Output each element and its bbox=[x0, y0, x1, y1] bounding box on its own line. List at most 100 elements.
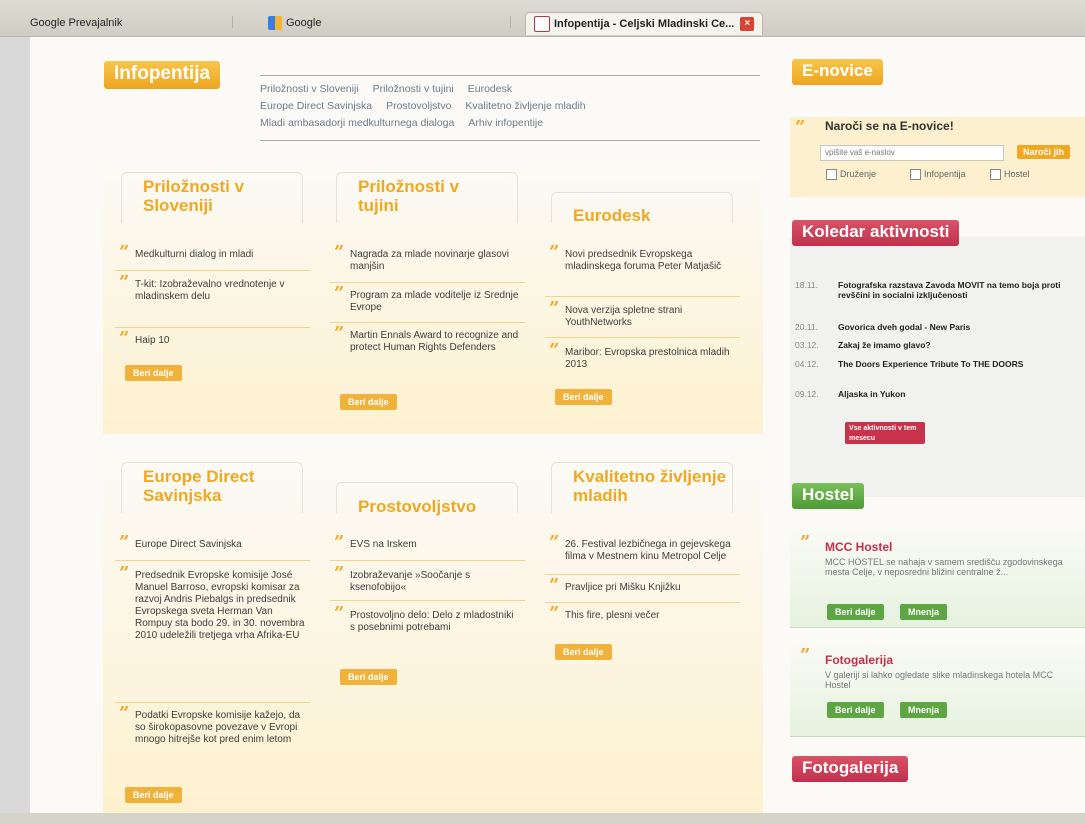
list-item[interactable]: Program za mlade voditelje iz Srednje Ev… bbox=[330, 288, 520, 314]
column-kvalitetno: Kvalitetno življenje mladih 26. Festival… bbox=[533, 462, 740, 812]
list-item[interactable]: Nagrada za mlade novinarje glasovi manjš… bbox=[330, 247, 520, 273]
tab-label: Google bbox=[286, 17, 322, 29]
divider bbox=[330, 322, 525, 323]
top-nav-rule bbox=[260, 75, 760, 76]
calendar-title: Koledar aktivnosti bbox=[792, 220, 960, 246]
enovice-title: E-novice bbox=[792, 59, 883, 85]
divider bbox=[545, 337, 740, 338]
content-panel-bottom: Europe Direct Savinjska Europe Direct Sa… bbox=[103, 452, 763, 813]
checkbox-infopentija[interactable]: Infopentija bbox=[910, 169, 966, 181]
page-title: Infopentija bbox=[104, 61, 221, 89]
list-item[interactable]: Pravljice pri Mišku Knjižku bbox=[545, 580, 755, 594]
list-item[interactable]: Maribor: Evropska prestolnica mladih 201… bbox=[545, 345, 735, 371]
top-nav-row-3: Mladi ambasadorji medkulturnega dialoga A… bbox=[260, 117, 557, 129]
list-item[interactable]: Predsednik Evropske komisije José Manuel… bbox=[115, 568, 305, 642]
nav-link[interactable]: Mladi ambasadorji medkulturnega dialoga bbox=[260, 117, 454, 129]
quote-icon: ” bbox=[800, 532, 811, 553]
read-more-button[interactable]: Beri dalje bbox=[827, 604, 884, 620]
divider bbox=[545, 296, 740, 297]
divider bbox=[545, 602, 740, 603]
list-item[interactable]: Haip 10 bbox=[115, 333, 325, 347]
nav-link[interactable]: Eurodesk bbox=[468, 83, 512, 95]
list-item[interactable]: Novi predsednik Evropskega mladinskega f… bbox=[545, 247, 735, 273]
tab-separator bbox=[232, 16, 243, 28]
favicon-icon bbox=[534, 16, 550, 33]
read-more-button[interactable]: Beri dalje bbox=[340, 394, 397, 410]
list-item[interactable]: Martin Ennals Award to recognize and pro… bbox=[330, 328, 520, 354]
top-nav-row-2: Europe Direct Savinjska Prostovoljstvo Kva… bbox=[260, 100, 600, 112]
quote-icon: ” bbox=[795, 117, 806, 138]
tab-google-prevajalnik[interactable]: Google Prevajalnik bbox=[30, 12, 122, 34]
divider bbox=[115, 270, 310, 271]
divider bbox=[330, 600, 525, 601]
nav-link[interactable]: Priložnosti v tujini bbox=[373, 83, 454, 95]
column-title[interactable]: Kvalitetno življenje mladih bbox=[573, 467, 733, 505]
enovice-subscribe-title: Naroči se na E-novice! bbox=[825, 119, 954, 133]
hostel-block-title[interactable]: Fotogalerija bbox=[825, 653, 893, 667]
list-item[interactable]: Podatki Evropske komisije kažejo, da so … bbox=[115, 708, 305, 746]
divider bbox=[545, 574, 740, 575]
nav-link[interactable]: Prostovoljstvo bbox=[386, 100, 451, 112]
fotogalerija-title: Fotogalerija bbox=[792, 756, 909, 782]
divider bbox=[115, 327, 310, 328]
event-date: 04.12. bbox=[795, 359, 819, 369]
event-date: 09.12. bbox=[795, 389, 819, 399]
nav-link[interactable]: Priložnosti v Sloveniji bbox=[260, 83, 359, 95]
divider bbox=[330, 560, 525, 561]
list-item[interactable]: Europe Direct Savinjska bbox=[115, 537, 325, 551]
tab-google[interactable]: Google bbox=[268, 12, 321, 34]
list-item[interactable]: T-kit: Izobraževalno vrednotenje v mladi… bbox=[115, 277, 305, 303]
checkbox-label: Hostel bbox=[1004, 169, 1030, 179]
checkbox-label: Druženje bbox=[840, 169, 877, 179]
list-item[interactable]: Nova verzija spletne strani YouthNetwork… bbox=[545, 303, 735, 329]
column-prostovoljstvo: Prostovoljstvo EVS na Irskem Izobraževan… bbox=[318, 462, 525, 812]
list-item[interactable]: 26. Festival lezbičnega in gejevskega fi… bbox=[545, 537, 735, 563]
column-europe-direct: Europe Direct Savinjska Europe Direct Sa… bbox=[103, 462, 310, 812]
list-item[interactable]: Medkulturni dialog in mladi bbox=[115, 247, 325, 261]
tab-separator bbox=[510, 16, 521, 28]
opinions-button[interactable]: Mnenja bbox=[900, 604, 948, 620]
google-icon bbox=[268, 16, 282, 31]
list-item[interactable]: Prostovoljno delo: Delo z mladostniki s … bbox=[330, 608, 520, 634]
column-title[interactable]: Priložnosti v Sloveniji bbox=[143, 177, 283, 215]
checkbox-icon bbox=[910, 169, 921, 181]
read-more-button[interactable]: Beri dalje bbox=[555, 644, 612, 660]
event-title: Aljaska in Yukon bbox=[838, 389, 906, 399]
close-tab-icon[interactable]: × bbox=[740, 17, 755, 32]
column-title[interactable]: Prostovoljstvo bbox=[358, 497, 508, 516]
event-title: Govorica dveh godal - New Paris bbox=[838, 322, 971, 332]
tab-infopentija[interactable]: Infopentija - Celjski Mladinski Ce... × bbox=[525, 12, 764, 35]
column-title[interactable]: Priložnosti v tujini bbox=[358, 177, 498, 215]
all-activities-button[interactable]: Vse aktivnosti v tem mesecu bbox=[845, 422, 925, 444]
divider bbox=[115, 560, 310, 561]
email-field[interactable] bbox=[820, 145, 1004, 161]
checkbox-label: Infopentija bbox=[924, 169, 966, 179]
read-more-button[interactable]: Beri dalje bbox=[555, 389, 612, 405]
browser-tab-strip: Google Prevajalnik Google Infopentija - … bbox=[0, 0, 1085, 37]
event-title: Fotografska razstava Zavoda MOVIT na tem… bbox=[838, 280, 1061, 300]
list-item[interactable]: EVS na Irskem bbox=[330, 537, 540, 551]
nav-link[interactable]: Kvalitetno življenje mladih bbox=[465, 100, 585, 112]
divider bbox=[330, 282, 525, 283]
list-item[interactable]: This fire, plesni večer bbox=[545, 608, 755, 622]
column-slovenija: Priložnosti v Sloveniji Medkulturni dial… bbox=[103, 172, 310, 432]
checkbox-icon bbox=[826, 169, 837, 181]
divider bbox=[115, 702, 310, 703]
list-item[interactable]: Izobraževanje »Soočanje s ksenofobijo« bbox=[330, 568, 520, 594]
read-more-button[interactable]: Beri dalje bbox=[827, 702, 884, 718]
column-title[interactable]: Europe Direct Savinjska bbox=[143, 467, 293, 505]
read-more-button[interactable]: Beri dalje bbox=[340, 669, 397, 685]
nav-link[interactable]: Arhiv infopentije bbox=[468, 117, 543, 129]
read-more-button[interactable]: Beri dalje bbox=[125, 365, 182, 381]
event-title: Zakaj že imamo glavo? bbox=[838, 340, 931, 350]
nav-link[interactable]: Europe Direct Savinjska bbox=[260, 100, 372, 112]
tab-label: Google Prevajalnik bbox=[30, 17, 123, 29]
hostel-block-title[interactable]: MCC Hostel bbox=[825, 540, 892, 554]
checkbox-druzenje[interactable]: Druženje bbox=[826, 169, 877, 181]
subscribe-button[interactable]: Naroči jih bbox=[1017, 145, 1071, 159]
checkbox-hostel[interactable]: Hostel bbox=[990, 169, 1030, 181]
read-more-button[interactable]: Beri dalje bbox=[125, 787, 182, 803]
opinions-button[interactable]: Mnenja bbox=[900, 702, 948, 718]
status-bar bbox=[0, 813, 1085, 823]
column-title[interactable]: Eurodesk bbox=[573, 206, 713, 225]
